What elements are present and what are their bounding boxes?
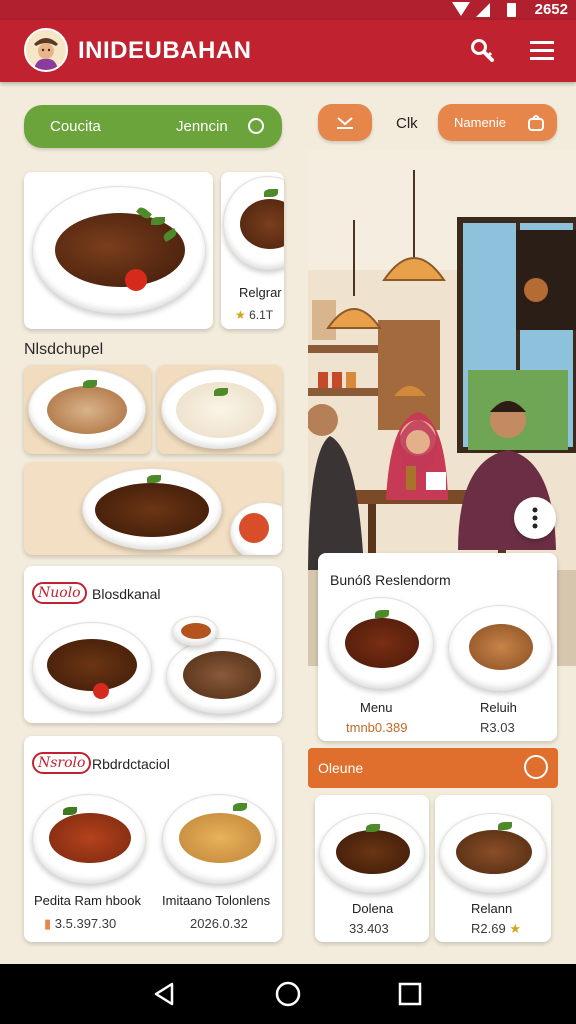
status-bar: 2652 xyxy=(0,0,576,20)
item-price: 2026.0.32 xyxy=(190,916,248,931)
dish-banner[interactable] xyxy=(24,462,282,555)
dish-title: Relgrar xyxy=(239,285,282,300)
dish-price: ★ 6.1T xyxy=(235,308,274,322)
system-nav-bar xyxy=(0,964,576,1024)
dish-image xyxy=(166,638,276,714)
dish-image xyxy=(230,502,282,555)
menu-item-price: R3.03 xyxy=(480,720,515,735)
dish-image xyxy=(161,369,277,449)
dish-image xyxy=(32,794,146,884)
dish-image xyxy=(32,186,206,314)
dish-card[interactable]: Relann R2.69 ★ xyxy=(435,795,551,942)
dish-image xyxy=(319,813,425,893)
dish-name: Dolena xyxy=(352,901,394,916)
item-name: Pedita Ram hbook xyxy=(34,893,141,908)
cart-button[interactable] xyxy=(318,104,372,141)
menu-item-name: Reluih xyxy=(480,700,517,715)
dish-tile[interactable] xyxy=(24,365,151,454)
status-time: 2652 xyxy=(534,1,568,18)
dish-image xyxy=(162,794,276,884)
battery-icon xyxy=(507,3,516,17)
dish-card[interactable]: Dolena 33.403 xyxy=(315,795,429,942)
brand-logo: Nuolo xyxy=(32,582,87,604)
menu-card[interactable]: Bunóß Reslendorm Menu tmnb0.389 Reluih R… xyxy=(318,553,557,741)
filter-right-label: Jenncin xyxy=(176,118,228,135)
bag-icon xyxy=(528,115,544,131)
filter-pill[interactable]: Coucita Jenncin xyxy=(24,105,282,148)
menu-item-price: tmnb0.389 xyxy=(346,720,408,735)
app-bar: INIDEUBAHAN xyxy=(0,20,576,82)
item-name: Imitaano Tolonlens xyxy=(162,893,271,908)
home-icon[interactable] xyxy=(274,980,302,1008)
menu-card-title: Bunóß Reslendorm xyxy=(330,572,451,588)
menu-icon[interactable] xyxy=(526,34,560,68)
dish-image xyxy=(32,622,152,712)
more-vert-icon xyxy=(532,507,538,529)
namenie-button[interactable]: Namenie xyxy=(438,104,557,141)
section-title: Nlsdchupel xyxy=(24,341,104,358)
dish-image xyxy=(328,597,434,689)
sauce-bowl-image xyxy=(172,616,218,646)
circle-icon[interactable] xyxy=(524,755,548,779)
circle-icon xyxy=(248,118,264,134)
more-options-button[interactable] xyxy=(514,497,556,539)
signal-icon xyxy=(476,3,490,17)
brand-logo: Nsrolo xyxy=(32,752,92,774)
dish-price: R2.69 ★ xyxy=(471,921,521,936)
card-title: Blosdkanal xyxy=(92,586,161,602)
filter-left-label: Coucita xyxy=(50,118,101,135)
dish-name: Relann xyxy=(471,901,513,916)
dish-image xyxy=(223,176,284,270)
dish-image xyxy=(28,369,146,449)
app-title: INIDEUBAHAN xyxy=(78,37,252,64)
recents-icon[interactable] xyxy=(396,980,424,1008)
category-bar[interactable]: Oleune xyxy=(308,748,558,788)
wifi-icon xyxy=(452,2,470,16)
top-label: Clk xyxy=(396,115,418,132)
dish-image xyxy=(439,813,547,893)
restaurant-card[interactable]: Nuolo Blosdkanal xyxy=(24,566,282,723)
dish-image xyxy=(82,468,222,550)
dish-image xyxy=(448,605,552,691)
featured-dish-card-small[interactable]: Relgrar ★ 6.1T xyxy=(221,172,284,329)
card-title: Rbdrdctaciol xyxy=(92,756,170,772)
featured-dish-card[interactable] xyxy=(24,172,213,329)
namenie-label: Namenie xyxy=(454,115,507,130)
menu-item-name: Menu xyxy=(360,700,393,715)
back-icon[interactable] xyxy=(150,980,178,1008)
item-price: ▮ 3.5.397.30 xyxy=(44,916,117,931)
restaurant-card[interactable]: Nsrolo Rbdrdctaciol Pedita Ram hbook ▮ 3… xyxy=(24,736,282,942)
dish-tile[interactable] xyxy=(157,365,282,454)
dish-price: 33.403 xyxy=(349,921,389,936)
app-logo[interactable] xyxy=(24,28,68,72)
tray-icon xyxy=(337,117,353,129)
category-label: Oleune xyxy=(318,760,364,776)
search-icon[interactable] xyxy=(466,34,500,68)
